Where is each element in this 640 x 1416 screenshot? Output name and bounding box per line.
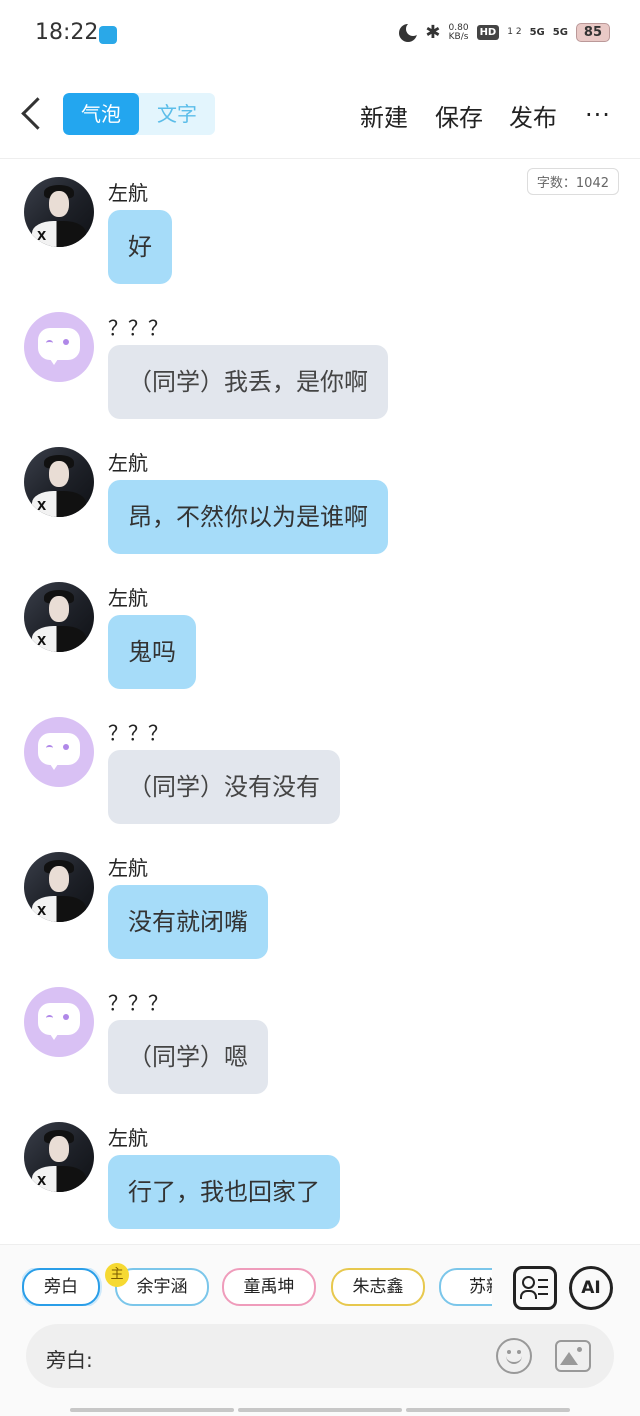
avatar-unknown[interactable] [24,987,94,1057]
battery-icon: 85 [575,23,610,42]
back-arrow-icon[interactable] [18,96,48,132]
network-speed-unit: KB/s [448,31,469,42]
message-bubble[interactable]: （同学）我丢，是你啊 [108,345,388,419]
chat-area[interactable]: 字数：1042 X 左航 好 ？？？ （同学）我丢，是你啊 X 左航 昂，不然你… [0,159,640,1244]
character-chip-suxin[interactable]: 苏新 [439,1268,492,1306]
network-speed: 0.80 KB/s [448,23,469,42]
avatar-unknown[interactable] [24,717,94,787]
avatar-zuohang[interactable]: X [24,852,94,922]
signal-5g-icon-2: 5G [552,27,568,38]
speaker-name: ？？？ [108,721,168,745]
character-selector[interactable]: 旁白 余宇涵 童禹坤 朱志鑫 苏新 [22,1268,492,1306]
status-time: 18:22 [35,20,99,45]
message-input[interactable]: 旁白: [26,1324,614,1388]
avatar-zuohang[interactable]: X [24,582,94,652]
speaker-name: ？？？ [108,991,168,1015]
new-button[interactable]: 新建 [360,98,408,133]
message-bubble[interactable]: 鬼吗 [108,615,196,689]
speaker-name: 左航 [108,1126,148,1150]
avatar-zuohang[interactable]: X [24,447,94,517]
contact-card-icon[interactable] [513,1266,557,1310]
character-chip-tongyukun[interactable]: 童禹坤 [222,1268,316,1306]
input-speaker-label: 旁白: [46,1348,93,1372]
emoji-icon[interactable] [496,1338,532,1374]
message-bubble[interactable]: （同学）没有没有 [108,750,340,824]
more-options-icon[interactable]: ··· [585,103,611,127]
main-character-badge: 主 [105,1263,129,1287]
character-chip-zhuzhixin[interactable]: 朱志鑫 [331,1268,425,1306]
save-button[interactable]: 保存 [435,98,483,133]
image-icon[interactable] [555,1340,591,1372]
status-icons: ✱ 0.80 KB/s HD 1 2 5G 5G 85 [399,21,610,43]
do-not-disturb-icon [399,21,421,42]
speaker-name: ？？？ [108,316,168,340]
message-bubble[interactable]: 行了，我也回家了 [108,1155,340,1229]
signal-5g-icon-1: 5G [529,27,545,38]
message-bubble[interactable]: 好 [108,210,172,284]
character-chip-yuyuhan[interactable]: 余宇涵 [115,1268,209,1306]
avatar-unknown[interactable] [24,312,94,382]
avatar-zuohang[interactable]: X [24,1122,94,1192]
character-chip-narrator[interactable]: 旁白 [22,1268,100,1306]
gesture-bar [70,1408,570,1412]
app-notification-icon [99,26,117,44]
hd-label: HD [479,27,497,38]
bluetooth-icon: ✱ [425,22,441,43]
editor-header: 气泡 文字 新建 保存 发布 ··· [0,70,640,159]
speaker-name: 左航 [108,856,148,880]
speaker-name: 左航 [108,181,148,205]
hd-sim-numbers: 1 2 [507,27,522,37]
publish-button[interactable]: 发布 [509,98,557,133]
word-count-badge: 字数：1042 [526,168,619,195]
avatar-zuohang[interactable]: X [24,177,94,247]
ai-icon[interactable]: AI [569,1266,613,1310]
status-bar: 18:22 ✱ 0.80 KB/s HD 1 2 5G 5G 85 [0,0,640,70]
hd-voice-icon: HD [476,25,500,40]
message-bubble[interactable]: 昂，不然你以为是谁啊 [108,480,388,554]
tab-text[interactable]: 文字 [139,93,215,135]
mode-switch: 气泡 文字 [63,93,215,135]
message-bubble[interactable]: （同学）嗯 [108,1020,268,1094]
message-bubble[interactable]: 没有就闭嘴 [108,885,268,959]
speaker-name: 左航 [108,586,148,610]
speaker-name: 左航 [108,451,148,475]
tab-bubble[interactable]: 气泡 [63,93,139,135]
